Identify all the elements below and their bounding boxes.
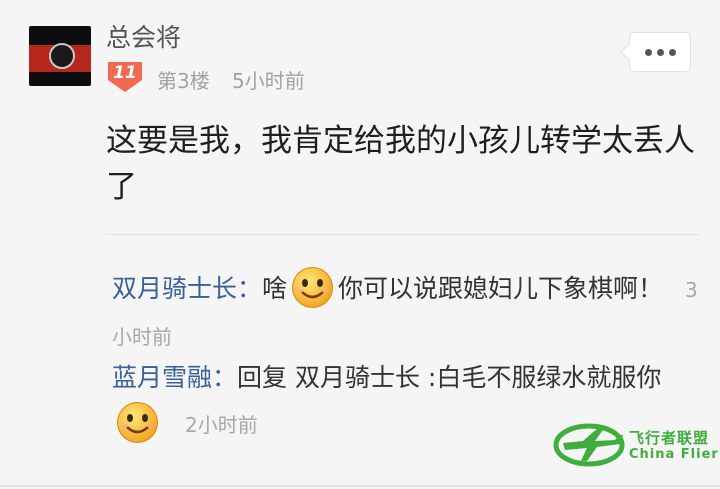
more-dot-icon (644, 48, 652, 56)
post-username[interactable]: 总会将 (106, 18, 181, 54)
more-button-pointer (620, 43, 638, 61)
plane-logo-icon (553, 423, 625, 467)
level-number: 11 (113, 63, 137, 83)
watermark: 飞行者联盟 China Flier (553, 415, 719, 473)
floor-label: 第3楼 (157, 69, 210, 93)
reply-author[interactable]: 双月骑士长： (112, 274, 262, 303)
reply-time: 2小时前 (185, 413, 258, 437)
more-dot-icon (656, 48, 664, 56)
reply-text: 啥 (262, 274, 288, 303)
watermark-name-cn: 飞行者联盟 (629, 429, 710, 447)
bottom-divider (0, 485, 720, 487)
divider (106, 234, 700, 235)
more-options-button[interactable] (620, 32, 691, 72)
post-time: 5小时前 (232, 69, 305, 93)
watermark-name-en: China Flier (629, 447, 719, 462)
reply-author[interactable]: 蓝月雪融： (112, 363, 237, 392)
reply-text: 你可以说跟媳妇儿下象棋啊！ (338, 274, 664, 303)
smile-emoji-icon (291, 266, 334, 309)
user-avatar[interactable] (29, 26, 91, 86)
post-content: 这要是我，我肯定给我的小孩儿转学太丢人了 (106, 123, 695, 205)
smile-emoji-icon (116, 401, 159, 444)
avatar-emblem-icon (49, 43, 75, 69)
more-dot-icon (668, 48, 676, 56)
reply-item[interactable]: 双月骑士长：啥 你可以说跟媳妇儿下象棋啊！ 3小时前 (112, 266, 702, 360)
level-badge: 11 (106, 60, 144, 94)
reply-text: 回复 双月骑士长 :白毛不服绿水就服你 (237, 363, 662, 392)
